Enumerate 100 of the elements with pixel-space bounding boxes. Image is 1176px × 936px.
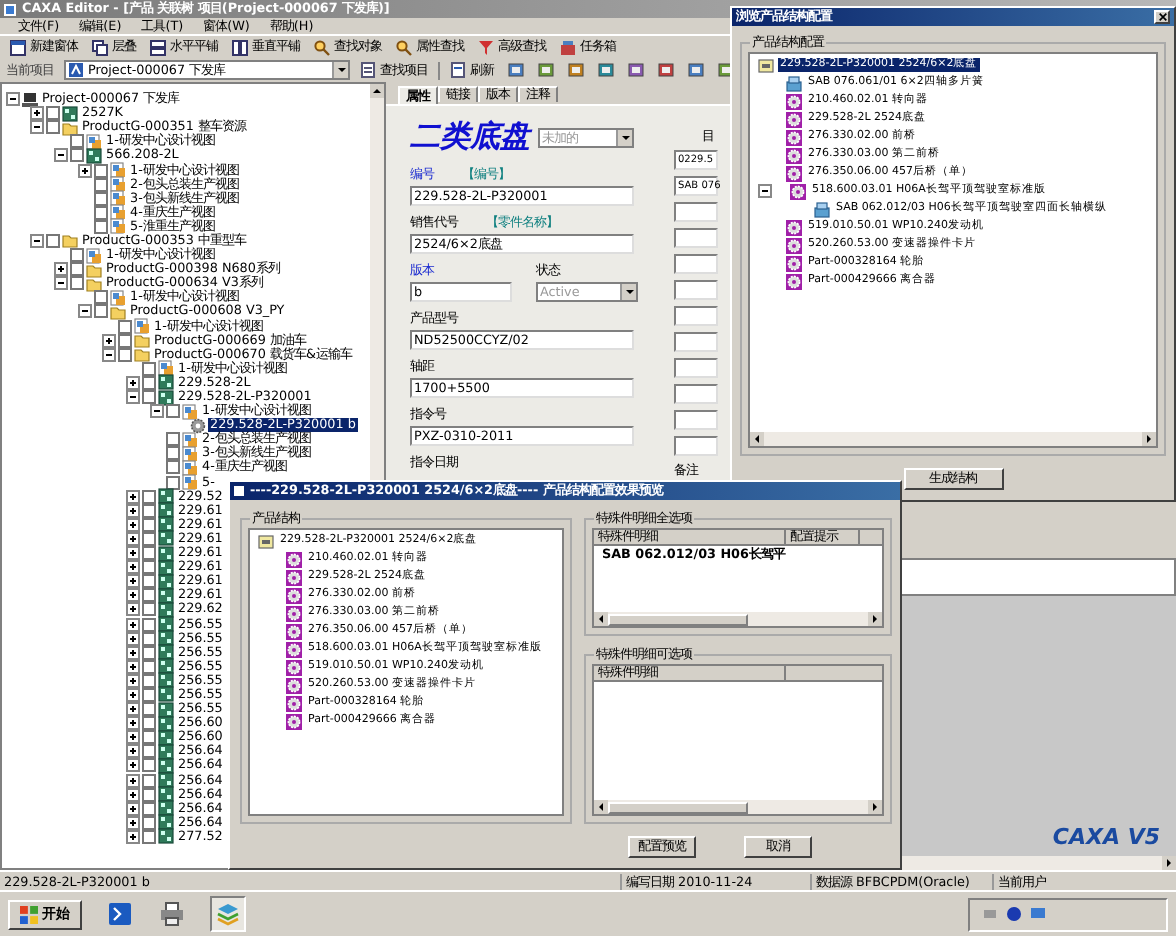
expand-icon[interactable]: [126, 758, 140, 773]
text-field[interactable]: [674, 358, 718, 378]
expand-icon[interactable]: [126, 375, 140, 390]
help-icon[interactable]: [1006, 906, 1022, 923]
toolbar-button[interactable]: [654, 60, 678, 80]
text-field[interactable]: [674, 280, 718, 300]
checkbox[interactable]: [142, 787, 156, 802]
checkbox[interactable]: [166, 446, 180, 461]
checkbox[interactable]: [142, 645, 156, 660]
collapse-icon[interactable]: [30, 120, 44, 135]
checkbox[interactable]: [142, 829, 156, 844]
checkbox[interactable]: [46, 120, 60, 135]
collapse-icon[interactable]: [54, 276, 68, 291]
checkbox[interactable]: [70, 276, 84, 291]
checkbox[interactable]: [94, 290, 108, 305]
collapse-icon[interactable]: [78, 304, 92, 319]
checkbox[interactable]: [70, 248, 84, 263]
checkbox[interactable]: [166, 460, 180, 475]
collapse-icon[interactable]: [6, 92, 20, 107]
taskbar-button[interactable]: [158, 900, 186, 929]
checkbox[interactable]: [118, 333, 132, 348]
checkbox[interactable]: [46, 106, 60, 121]
expand-icon[interactable]: [126, 517, 140, 532]
checkbox[interactable]: [142, 489, 156, 504]
collapse-icon[interactable]: [126, 390, 140, 405]
checkbox[interactable]: [142, 546, 156, 561]
expand-icon[interactable]: [126, 801, 140, 816]
collapse-icon[interactable]: [54, 148, 68, 163]
checkbox[interactable]: [118, 347, 132, 362]
checkbox[interactable]: [70, 134, 84, 149]
expand-icon[interactable]: [126, 588, 140, 603]
expand-icon[interactable]: [126, 815, 140, 830]
expand-icon[interactable]: [126, 631, 140, 646]
arrow-right-icon[interactable]: [1162, 856, 1176, 870]
arrow-right-icon[interactable]: [1142, 432, 1156, 446]
checkbox[interactable]: [166, 475, 180, 490]
checkbox[interactable]: [70, 148, 84, 163]
checkbox[interactable]: [94, 163, 108, 178]
arrow-right-icon[interactable]: [868, 612, 882, 626]
text-field[interactable]: [674, 436, 718, 456]
close-button[interactable]: [1154, 10, 1170, 24]
checkbox[interactable]: [118, 319, 132, 334]
checkbox[interactable]: [142, 560, 156, 575]
taskbar-button[interactable]: [210, 896, 246, 933]
expand-icon[interactable]: [30, 106, 44, 121]
checkbox[interactable]: [142, 758, 156, 773]
checkbox[interactable]: [142, 716, 156, 731]
checkbox[interactable]: [142, 602, 156, 617]
expand-icon[interactable]: [126, 574, 140, 589]
expand-icon[interactable]: [126, 702, 140, 717]
toolbar-button[interactable]: [504, 60, 528, 80]
checkbox[interactable]: [142, 617, 156, 632]
expand-icon[interactable]: [102, 333, 116, 348]
expand-icon[interactable]: [126, 829, 140, 844]
arrow-left-icon[interactable]: [594, 612, 608, 626]
checkbox[interactable]: [142, 574, 156, 589]
checkbox[interactable]: [94, 304, 108, 319]
monitor-icon[interactable]: [1030, 906, 1046, 923]
arrow-left-icon[interactable]: [750, 432, 764, 446]
expand-icon[interactable]: [126, 602, 140, 617]
text-field[interactable]: [674, 254, 718, 274]
expand-icon[interactable]: [126, 744, 140, 759]
text-field[interactable]: [674, 306, 718, 326]
checkbox[interactable]: [142, 730, 156, 745]
expand-icon[interactable]: [126, 546, 140, 561]
text-field[interactable]: [674, 332, 718, 352]
checkbox[interactable]: [142, 503, 156, 518]
expand-icon[interactable]: [126, 560, 140, 575]
checkbox[interactable]: [142, 744, 156, 759]
arrow-right-icon[interactable]: [868, 800, 882, 814]
expand-icon[interactable]: [126, 617, 140, 632]
checkbox[interactable]: [94, 177, 108, 192]
expand-icon[interactable]: [126, 503, 140, 518]
expand-icon[interactable]: [126, 531, 140, 546]
checkbox[interactable]: [142, 375, 156, 390]
checkbox[interactable]: [94, 205, 108, 220]
scroll-thumb[interactable]: [608, 801, 748, 813]
checkbox[interactable]: [142, 773, 156, 788]
expand-icon[interactable]: [126, 730, 140, 745]
checkbox[interactable]: [142, 531, 156, 546]
checkbox[interactable]: [142, 673, 156, 688]
expand-icon[interactable]: [126, 673, 140, 688]
checkbox[interactable]: [166, 404, 180, 419]
text-field[interactable]: [674, 228, 718, 248]
checkbox[interactable]: [142, 702, 156, 717]
checkbox[interactable]: [142, 361, 156, 376]
checkbox[interactable]: [142, 390, 156, 405]
expand-icon[interactable]: [126, 659, 140, 674]
expand-icon[interactable]: [126, 716, 140, 731]
toolbar-button[interactable]: [624, 60, 648, 80]
checkbox[interactable]: [94, 191, 108, 206]
expand-icon[interactable]: [126, 773, 140, 788]
expand-icon[interactable]: [126, 687, 140, 702]
toolbar-button[interactable]: [564, 60, 588, 80]
checkbox[interactable]: [94, 219, 108, 234]
checkbox[interactable]: [142, 517, 156, 532]
text-field[interactable]: [674, 384, 718, 404]
checkbox[interactable]: [166, 432, 180, 447]
checkbox[interactable]: [70, 262, 84, 277]
checkbox[interactable]: [142, 687, 156, 702]
